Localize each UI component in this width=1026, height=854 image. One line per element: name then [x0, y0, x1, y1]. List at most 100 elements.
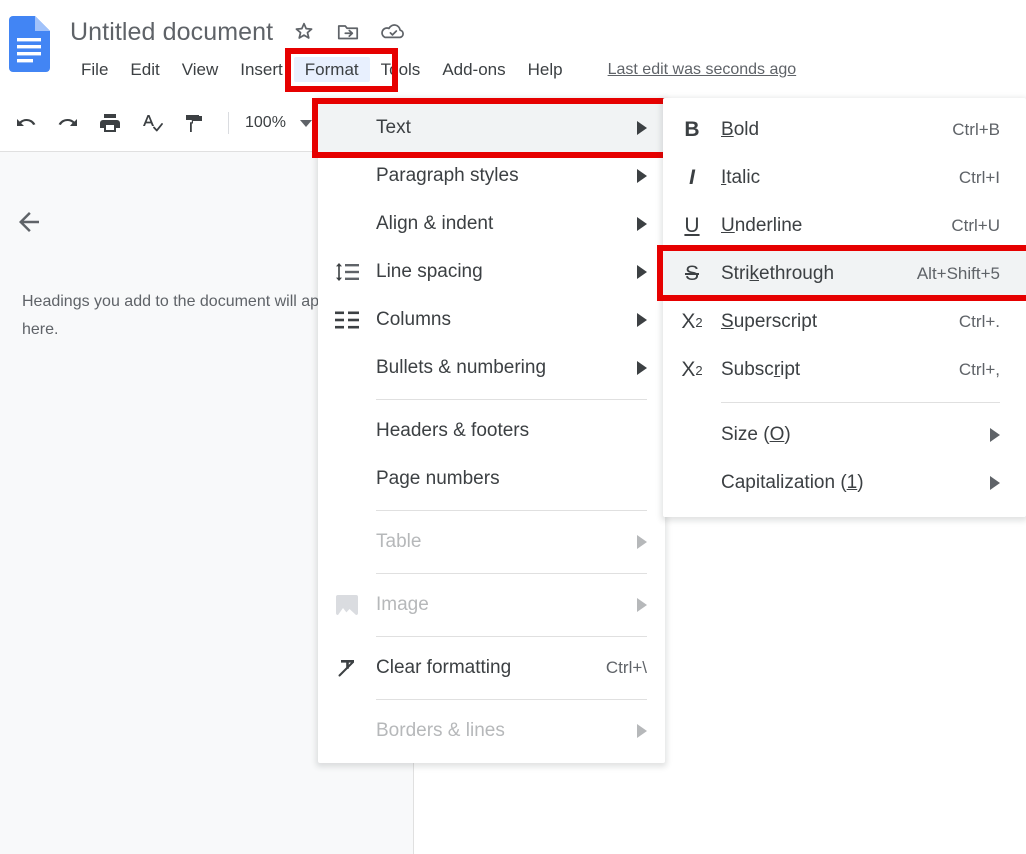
menu-item-shortcut: Ctrl+U — [951, 216, 1000, 236]
title-action-icons — [291, 19, 407, 45]
menu-separator — [376, 510, 647, 511]
line-spacing-icon — [318, 261, 376, 283]
menu-item-shortcut: Ctrl+, — [959, 360, 1000, 380]
format-menu-item-align-indent[interactable]: Align & indent — [318, 200, 665, 248]
menu-item-label: Clear formatting — [376, 657, 588, 679]
text-submenu-item-bold[interactable]: B Bold Ctrl+B — [663, 106, 1026, 154]
menu-item-label: Italic — [721, 167, 959, 189]
submenu-arrow-icon — [637, 535, 647, 549]
text-submenu-item-capitalization[interactable]: Capitalization (1) — [663, 459, 1026, 507]
underline-icon: U — [663, 214, 721, 238]
last-edit-status[interactable]: Last edit was seconds ago — [608, 61, 797, 79]
text-submenu: B Bold Ctrl+B I Italic Ctrl+I U Underlin… — [663, 98, 1026, 517]
outline-empty-text: Headings you add to the document will ap… — [22, 288, 362, 344]
format-menu-item-text[interactable]: Text — [318, 104, 665, 152]
print-icon[interactable] — [92, 105, 128, 141]
google-docs-window: Headings you add to the document will ap… — [0, 0, 1026, 854]
menu-item-label: Image — [376, 594, 623, 616]
menu-format[interactable]: Format — [294, 57, 370, 82]
menu-item-label: Underline — [721, 215, 951, 237]
menu-addons[interactable]: Add-ons — [431, 57, 516, 83]
italic-icon: I — [663, 166, 721, 190]
menu-item-label: Page numbers — [376, 468, 647, 490]
image-icon — [318, 595, 376, 615]
menu-separator — [376, 573, 647, 574]
app-header: Untitled document — [0, 0, 1026, 95]
submenu-arrow-icon — [990, 428, 1000, 442]
menu-item-label: Headers & footers — [376, 420, 647, 442]
menu-item-label: Line spacing — [376, 261, 623, 283]
arrow-left-icon[interactable] — [14, 207, 44, 237]
text-submenu-item-size[interactable]: Size (O) — [663, 411, 1026, 459]
columns-icon — [318, 310, 376, 330]
menu-file[interactable]: File — [70, 57, 119, 83]
text-submenu-item-superscript[interactable]: X2 Superscript Ctrl+. — [663, 298, 1026, 346]
zoom-value: 100% — [245, 114, 286, 132]
zoom-control[interactable]: 100% — [245, 114, 312, 132]
toolbar-divider — [228, 112, 229, 134]
cloud-saved-icon[interactable] — [379, 19, 407, 45]
menu-item-label: Bullets & numbering — [376, 357, 623, 379]
menu-view[interactable]: View — [171, 57, 230, 83]
menu-item-label: Columns — [376, 309, 623, 331]
submenu-arrow-icon — [637, 217, 647, 231]
spelling-check-icon[interactable] — [134, 105, 170, 141]
subscript-icon: X2 — [663, 358, 721, 382]
menu-item-label: Table — [376, 531, 623, 553]
menu-item-label: Text — [376, 117, 623, 139]
submenu-arrow-icon — [637, 265, 647, 279]
title-row: Untitled document — [70, 12, 407, 52]
google-docs-icon[interactable] — [8, 16, 50, 72]
menu-item-label: Align & indent — [376, 213, 623, 235]
menu-help[interactable]: Help — [517, 57, 574, 83]
chevron-down-icon[interactable] — [300, 120, 312, 127]
text-submenu-item-subscript[interactable]: X2 Subscript Ctrl+, — [663, 346, 1026, 394]
submenu-arrow-icon — [637, 598, 647, 612]
undo-icon[interactable] — [8, 105, 44, 141]
star-icon[interactable] — [291, 19, 317, 45]
paint-format-icon[interactable] — [176, 105, 212, 141]
text-submenu-item-underline[interactable]: U Underline Ctrl+U — [663, 202, 1026, 250]
format-menu-item-headers-footers[interactable]: Headers & footers — [318, 407, 665, 455]
menu-item-label: Borders & lines — [376, 720, 623, 742]
menu-item-label: Paragraph styles — [376, 165, 623, 187]
text-submenu-item-italic[interactable]: I Italic Ctrl+I — [663, 154, 1026, 202]
menu-item-shortcut: Ctrl+. — [959, 312, 1000, 332]
submenu-arrow-icon — [637, 724, 647, 738]
menu-separator — [376, 636, 647, 637]
menu-item-label: Strikethrough — [721, 263, 917, 285]
clear-formatting-icon — [318, 656, 376, 680]
format-menu-item-clear-formatting[interactable]: Clear formatting Ctrl+\ — [318, 644, 665, 692]
menu-item-label: Bold — [721, 119, 952, 141]
menu-item-label: Subscript — [721, 359, 959, 381]
format-menu-item-bullets-numbering[interactable]: Bullets & numbering — [318, 344, 665, 392]
menu-format-wrapper: Format — [294, 60, 370, 80]
submenu-separator — [721, 402, 1000, 403]
menu-tools[interactable]: Tools — [370, 57, 432, 83]
format-menu-item-line-spacing[interactable]: Line spacing — [318, 248, 665, 296]
redo-icon[interactable] — [50, 105, 86, 141]
text-submenu-item-strikethrough[interactable]: S Strikethrough Alt+Shift+5 — [663, 250, 1026, 298]
menu-item-shortcut: Ctrl+B — [952, 120, 1000, 140]
menu-insert[interactable]: Insert — [229, 57, 294, 83]
menu-item-label: Size (O) — [721, 424, 978, 446]
submenu-arrow-icon — [637, 169, 647, 183]
submenu-arrow-icon — [990, 476, 1000, 490]
menu-item-shortcut: Alt+Shift+5 — [917, 264, 1000, 284]
menu-bar: File Edit View Insert Format Tools Add-o… — [70, 54, 796, 86]
format-dropdown-menu: Text Paragraph styles Align & indent — [318, 98, 665, 763]
menu-edit[interactable]: Edit — [119, 57, 170, 83]
menu-item-shortcut: Ctrl+I — [959, 168, 1000, 188]
format-menu-item-image: Image — [318, 581, 665, 629]
move-to-folder-icon[interactable] — [335, 19, 361, 45]
bold-icon: B — [663, 118, 721, 142]
format-menu-item-paragraph-styles[interactable]: Paragraph styles — [318, 152, 665, 200]
menu-separator — [376, 399, 647, 400]
format-menu-item-columns[interactable]: Columns — [318, 296, 665, 344]
menu-item-shortcut: Ctrl+\ — [606, 658, 647, 678]
menu-item-label: Capitalization (1) — [721, 472, 978, 494]
strikethrough-icon: S — [663, 262, 721, 286]
document-title[interactable]: Untitled document — [70, 18, 273, 47]
format-menu-item-borders-lines: Borders & lines — [318, 707, 665, 755]
format-menu-item-page-numbers[interactable]: Page numbers — [318, 455, 665, 503]
